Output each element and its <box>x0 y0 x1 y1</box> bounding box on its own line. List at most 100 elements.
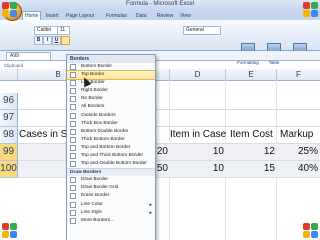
formula-bar: A99 <box>0 51 320 61</box>
tab-data[interactable]: Data <box>134 12 149 20</box>
worksheet-grid[interactable]: B C D E F 96 97 98 Cases in Stoc Item in… <box>0 69 320 240</box>
row-header[interactable]: 96 <box>0 93 18 110</box>
top-border-icon <box>70 72 76 79</box>
tab-home[interactable]: Home <box>22 11 42 20</box>
name-box[interactable]: A99 <box>6 52 51 61</box>
select-all-corner[interactable] <box>0 69 18 81</box>
overlay-corner-icon <box>311 2 318 9</box>
menu-item-all-borders[interactable]: All Borders <box>67 103 155 111</box>
menu-item-right-border[interactable]: Right Border <box>67 87 155 95</box>
right-border-icon <box>70 88 76 95</box>
menu-item-bottom-double-border[interactable]: Bottom Double Border <box>67 128 155 136</box>
menu-item-thick-bottom-border[interactable]: Thick Bottom Border <box>67 136 155 144</box>
menu-item-top-bottom-border[interactable]: Top and Bottom Border <box>67 144 155 152</box>
menu-item-bottom-border[interactable]: Bottom Border <box>67 63 155 71</box>
cell[interactable]: 15 <box>248 161 275 177</box>
top-double-bottom-border-icon <box>70 161 76 168</box>
menu-item-no-border[interactable]: No Border <box>67 95 155 103</box>
cell[interactable]: Item in Case <box>170 127 226 143</box>
overlay-corner-icon <box>303 10 310 17</box>
row-header[interactable]: 97 <box>0 110 18 127</box>
pencil-icon <box>70 177 76 184</box>
column-header-e[interactable]: E <box>226 69 277 81</box>
ribbon: Calibri 11 B I U General Clipboard Condi… <box>0 20 320 68</box>
menu-item-outside-borders[interactable]: Outside Borders <box>67 112 155 120</box>
italic-button[interactable]: I <box>43 36 52 45</box>
menu-item-top-thick-bottom-border[interactable]: Top and Thick Bottom Border <box>67 152 155 160</box>
overlay-corner-icon <box>10 10 17 17</box>
cell[interactable]: 10 <box>198 161 224 177</box>
more-borders-icon <box>70 217 76 224</box>
cell[interactable]: 40% <box>288 161 318 177</box>
left-border-icon <box>70 80 76 87</box>
table-row <box>18 110 320 127</box>
menu-item-line-color[interactable]: Line Color ▸ <box>67 201 155 209</box>
table-row: 20 10 12 25% <box>18 144 320 161</box>
cell[interactable]: Markup <box>280 127 313 143</box>
thick-box-border-icon <box>70 120 76 127</box>
thick-bottom-border-icon <box>70 136 76 143</box>
overlay-corner-icon <box>303 2 310 9</box>
title-bar: Formula - Microsoft Excel <box>0 0 320 11</box>
menu-item-erase-border[interactable]: Erase Border <box>67 192 155 200</box>
top-thick-bottom-border-icon <box>70 153 76 160</box>
bold-button[interactable]: B <box>34 36 43 45</box>
overlay-corner-icon <box>311 223 318 230</box>
borders-button[interactable] <box>61 36 70 45</box>
tab-review[interactable]: Review <box>155 12 175 20</box>
column-header-d[interactable]: D <box>170 69 226 81</box>
submenu-arrow-icon: ▸ <box>149 201 152 208</box>
column-header-f[interactable]: F <box>277 69 320 81</box>
row-header[interactable]: 98 <box>0 127 18 144</box>
borders-dropdown-menu: Borders Bottom Border Top Border Left Bo… <box>66 54 156 240</box>
number-format-box[interactable]: General <box>183 26 221 35</box>
row-header[interactable]: 100 <box>0 161 18 178</box>
overlay-corner-icon <box>2 10 9 17</box>
tab-insert[interactable]: Insert <box>44 12 61 20</box>
overlay-corner-icon <box>303 223 310 230</box>
overlay-corner-icon <box>2 223 9 230</box>
bottom-double-border-icon <box>70 128 76 135</box>
cell[interactable]: Item Cost <box>230 127 273 143</box>
menu-item-more-borders[interactable]: More Borders... <box>67 217 155 225</box>
font-name-box[interactable]: Calibri <box>34 26 58 35</box>
pencil-grid-icon <box>70 185 76 192</box>
menu-item-top-double-bottom-border[interactable]: Top and Double Bottom Border <box>67 160 155 168</box>
overlay-corner-icon <box>303 231 310 238</box>
bottom-border-icon <box>70 64 76 70</box>
table-row: Cases in Stoc Item in Case Item Cost Mar… <box>18 127 320 144</box>
submenu-arrow-icon: ▸ <box>149 209 152 216</box>
cell[interactable]: 12 <box>248 144 275 160</box>
line-style-icon <box>70 209 76 216</box>
tab-page-layout[interactable]: Page Layout <box>64 12 96 20</box>
overlay-corner-icon <box>311 10 318 17</box>
underline-button[interactable]: U <box>52 36 61 45</box>
menu-item-draw-border-grid[interactable]: Draw Border Grid <box>67 184 155 192</box>
clipboard-group-label: Clipboard <box>4 63 24 68</box>
line-color-icon <box>70 201 76 208</box>
overlay-corner-icon <box>2 2 9 9</box>
menu-item-line-style[interactable]: Line Style ▸ <box>67 209 155 217</box>
top-bottom-border-icon <box>70 144 76 151</box>
table-row: 50 10 15 40% <box>18 161 320 178</box>
window-title: Formula - Microsoft Excel <box>125 1 194 7</box>
draw-borders-header: Draw Borders <box>67 168 155 177</box>
overlay-corner-icon <box>10 2 17 9</box>
eraser-icon <box>70 193 76 200</box>
overlay-corner-icon <box>10 223 17 230</box>
tab-formulas[interactable]: Formulas <box>104 12 129 20</box>
tab-view[interactable]: View <box>178 12 193 20</box>
all-borders-icon <box>70 104 76 111</box>
outside-borders-icon <box>70 112 76 119</box>
overlay-corner-icon <box>10 231 17 238</box>
ribbon-tabs: Home Insert Page Layout Formulas Data Re… <box>0 11 320 20</box>
borders-menu-header: Borders <box>67 55 155 63</box>
row-header[interactable]: 99 <box>0 144 18 161</box>
no-border-icon <box>70 96 76 103</box>
cell[interactable]: 25% <box>288 144 318 160</box>
menu-item-thick-box-border[interactable]: Thick Box Border <box>67 120 155 128</box>
menu-item-draw-border[interactable]: Draw Border <box>67 176 155 184</box>
overlay-corner-icon <box>2 231 9 238</box>
cell[interactable]: 10 <box>198 144 224 160</box>
font-size-box[interactable]: 11 <box>57 26 70 35</box>
